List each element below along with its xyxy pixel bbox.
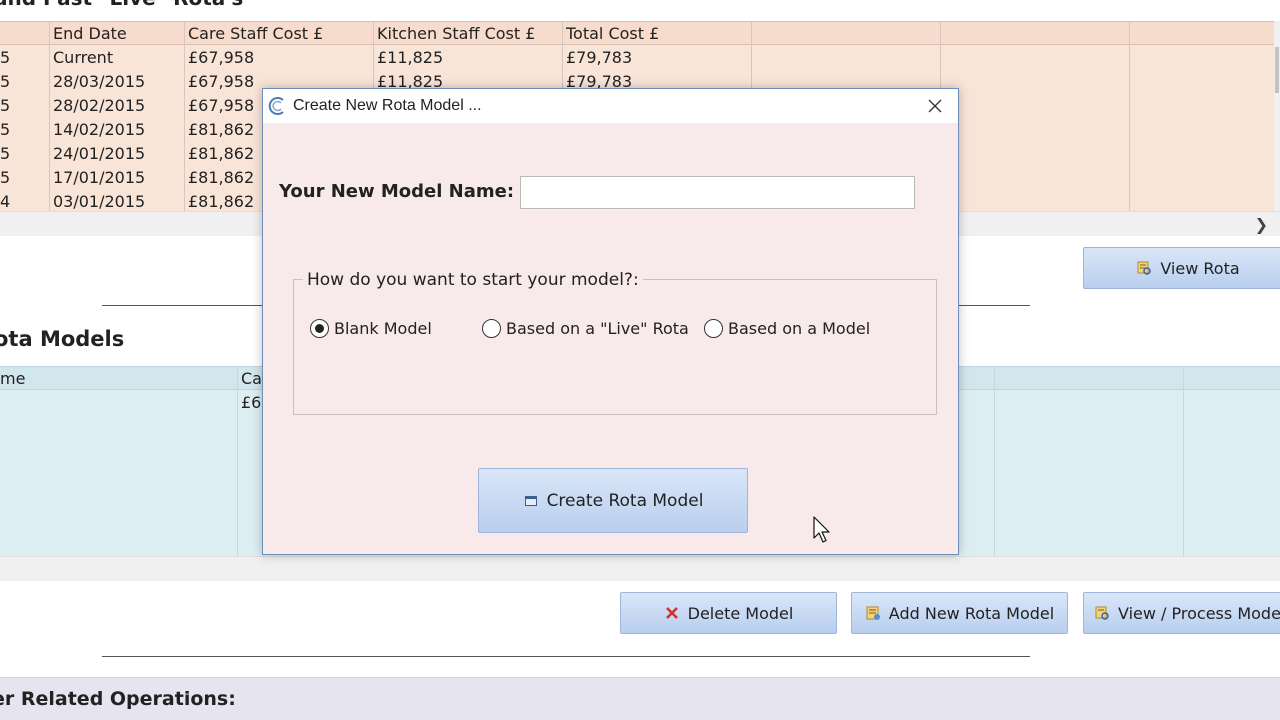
view-rota-button[interactable]: View Rota bbox=[1083, 247, 1280, 289]
table-cell[interactable]: 24/01/2015 bbox=[53, 144, 145, 163]
table-cell[interactable]: £67,958 bbox=[188, 72, 254, 91]
create-new-rota-model-dialog: Create New Rota Model ... Your New Model… bbox=[262, 88, 959, 555]
table-cell[interactable]: £79,783 bbox=[566, 48, 632, 67]
dialog-titlebar[interactable]: Create New Rota Model ... bbox=[263, 89, 958, 123]
column-header-care-cost[interactable]: Ca bbox=[241, 369, 262, 388]
table-cell[interactable]: 5 bbox=[0, 48, 10, 67]
table-cell[interactable]: £67,958 bbox=[188, 96, 254, 115]
close-icon[interactable] bbox=[912, 89, 958, 123]
table-cell[interactable]: £81,862 bbox=[188, 120, 254, 139]
section-divider bbox=[102, 656, 1030, 657]
view-process-model-label: View / Process Mode bbox=[1118, 603, 1280, 623]
column-header-total-cost[interactable]: Total Cost £ bbox=[566, 24, 659, 43]
operations-section-title: er Related Operations: bbox=[0, 688, 236, 710]
table-cell[interactable]: 03/01/2015 bbox=[53, 192, 145, 211]
table-cell[interactable]: 28/03/2015 bbox=[53, 72, 145, 91]
create-model-icon bbox=[523, 493, 539, 509]
model-name-input[interactable] bbox=[520, 176, 915, 209]
column-header-end-date[interactable]: End Date bbox=[53, 24, 127, 43]
table-cell[interactable]: 17/01/2015 bbox=[53, 168, 145, 187]
delete-x-icon bbox=[664, 605, 680, 621]
column-header-model-name[interactable]: me bbox=[0, 369, 25, 388]
table-cell[interactable]: 5 bbox=[0, 120, 10, 139]
table-cell[interactable]: 5 bbox=[0, 96, 10, 115]
table-cell[interactable]: 14/02/2015 bbox=[53, 120, 145, 139]
mouse-cursor-icon bbox=[813, 516, 833, 548]
column-header-care-staff-cost[interactable]: Care Staff Cost £ bbox=[188, 24, 323, 43]
scroll-right-arrow-icon[interactable]: ❯ bbox=[1255, 215, 1268, 234]
start-option-group-label: How do you want to start your model?: bbox=[303, 270, 643, 290]
table-cell[interactable]: £6 bbox=[241, 393, 261, 412]
app-logo-icon bbox=[268, 96, 288, 116]
table-cell[interactable]: £81,862 bbox=[188, 144, 254, 163]
table-cell[interactable]: £11,825 bbox=[377, 48, 443, 67]
radio-button-icon[interactable] bbox=[704, 319, 723, 338]
column-header-kitchen-staff-cost[interactable]: Kitchen Staff Cost £ bbox=[377, 24, 535, 43]
radio-based-on-model[interactable]: Based on a Model bbox=[704, 319, 870, 338]
add-new-rota-model-button[interactable]: Add New Rota Model bbox=[851, 592, 1068, 634]
model-name-label: Your New Model Name: bbox=[279, 181, 515, 202]
dialog-title: Create New Rota Model ... bbox=[293, 97, 482, 114]
table-cell[interactable]: 5 bbox=[0, 72, 10, 91]
table-cell[interactable]: £81,862 bbox=[188, 192, 254, 211]
delete-model-button[interactable]: Delete Model bbox=[620, 592, 837, 634]
create-rota-model-label: Create Rota Model bbox=[546, 490, 704, 511]
live-rotas-section-title: and Past "Live" Rota's bbox=[0, 0, 243, 10]
view-process-model-button[interactable]: View / Process Mode bbox=[1083, 592, 1280, 634]
radio-button-icon[interactable] bbox=[482, 319, 501, 338]
table-cell[interactable]: 28/02/2015 bbox=[53, 96, 145, 115]
rota-view-icon bbox=[1136, 260, 1152, 276]
table-cell[interactable]: £81,862 bbox=[188, 168, 254, 187]
delete-model-label: Delete Model bbox=[687, 603, 794, 623]
table-cell[interactable]: 5 bbox=[0, 144, 10, 163]
horizontal-scrollbar[interactable] bbox=[0, 556, 1280, 581]
radio-label: Based on a Model bbox=[728, 319, 871, 338]
table-cell[interactable]: £67,958 bbox=[188, 48, 254, 67]
radio-label: Based on a "Live" Rota bbox=[506, 319, 689, 338]
table-cell[interactable]: 5 bbox=[0, 168, 10, 187]
add-model-icon bbox=[865, 605, 881, 621]
view-process-icon bbox=[1094, 605, 1110, 621]
table-cell[interactable]: 4 bbox=[0, 192, 10, 211]
create-rota-model-button[interactable]: Create Rota Model bbox=[478, 468, 748, 533]
rota-models-section-title: ota Models bbox=[0, 327, 125, 351]
radio-label: Blank Model bbox=[334, 319, 432, 338]
add-new-rota-model-label: Add New Rota Model bbox=[888, 603, 1055, 623]
vertical-scrollbar[interactable] bbox=[1274, 21, 1280, 211]
radio-button-icon[interactable] bbox=[310, 319, 329, 338]
start-option-group bbox=[293, 279, 937, 415]
radio-blank-model[interactable]: Blank Model bbox=[310, 319, 432, 338]
radio-based-on-live-rota[interactable]: Based on a "Live" Rota bbox=[482, 319, 689, 338]
table-cell[interactable]: Current bbox=[53, 48, 113, 67]
view-rota-label: View Rota bbox=[1160, 258, 1240, 278]
